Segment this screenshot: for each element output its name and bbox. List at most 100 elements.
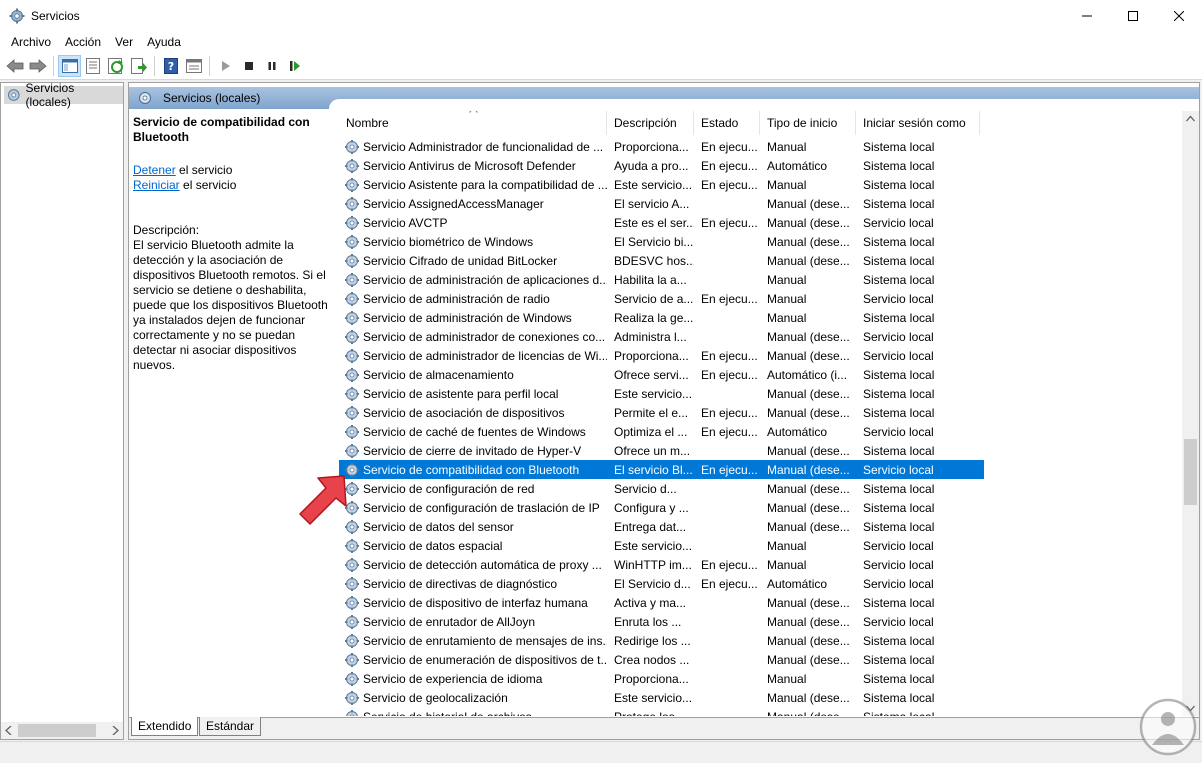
table-row[interactable]: Servicio de configuración de traslación …	[339, 498, 1179, 517]
service-name: Servicio biométrico de Windows	[363, 234, 534, 249]
table-row[interactable]: Servicio de administración de aplicacion…	[339, 270, 1179, 289]
table-row[interactable]: Servicio de detección automática de prox…	[339, 555, 1179, 574]
scrollbar-thumb[interactable]	[18, 724, 96, 737]
service-startup-cell: Manual	[767, 177, 807, 192]
properties-button[interactable]	[81, 55, 104, 77]
table-row[interactable]: Servicio de almacenamiento Ofrece servi..…	[339, 365, 1179, 384]
service-name: Servicio de geolocalización	[363, 690, 508, 705]
table-row[interactable]: Servicio Asistente para la compatibilida…	[339, 175, 1179, 194]
menu-accion[interactable]: Acción	[58, 35, 108, 49]
start-service-button[interactable]	[214, 55, 237, 77]
service-logon-cell: Sistema local	[863, 690, 935, 705]
table-row[interactable]: Servicio de administración de Windows Rea…	[339, 308, 1179, 327]
column-header-startup[interactable]: Tipo de inicio	[760, 111, 856, 135]
service-gear-icon	[345, 614, 359, 629]
service-startup-cell: Manual	[767, 272, 807, 287]
minimize-button[interactable]	[1064, 0, 1110, 31]
close-button[interactable]	[1156, 0, 1202, 31]
service-status-cell: En ejecu...	[701, 424, 758, 439]
maximize-button[interactable]	[1110, 0, 1156, 31]
table-row[interactable]: Servicio de administrador de conexiones …	[339, 327, 1179, 346]
table-row[interactable]: Servicio AssignedAccessManager El servici…	[339, 194, 1179, 213]
table-row[interactable]: Servicio de experiencia de idioma Proporc…	[339, 669, 1179, 688]
service-name: Servicio Cifrado de unidad BitLocker	[363, 253, 558, 268]
properties-sheet-icon	[85, 57, 100, 74]
table-row[interactable]: Servicio de asistente para perfil local E…	[339, 384, 1179, 403]
service-name-cell: Servicio de cierre de invitado de Hyper-…	[339, 443, 607, 459]
service-logon-cell: Sistema local	[863, 652, 935, 667]
stop-service-icon	[244, 61, 253, 70]
column-header-description[interactable]: Descripción	[607, 111, 694, 135]
column-name-label: Nombre	[346, 116, 389, 130]
service-name: Servicio de administración de aplicacion…	[363, 272, 607, 287]
restart-service-button[interactable]	[283, 55, 306, 77]
scroll-up-icon[interactable]	[1186, 115, 1195, 123]
vertical-scrollbar[interactable]	[1182, 111, 1199, 716]
service-name-cell: Servicio de historial de archivos	[339, 709, 607, 716]
tree-horizontal-scrollbar[interactable]	[1, 722, 123, 739]
column-header-status[interactable]: Estado	[694, 111, 760, 135]
pause-service-button[interactable]	[260, 55, 283, 77]
column-status-label: Estado	[701, 116, 739, 130]
table-row[interactable]: Servicio AVCTP Este es el ser... En ejecu.…	[339, 213, 1179, 232]
table-row[interactable]: Servicio de dispositivo de interfaz huma…	[339, 593, 1179, 612]
help-button[interactable]: ?	[159, 55, 182, 77]
table-row[interactable]: Servicio de enrutamiento de mensajes de …	[339, 631, 1179, 650]
service-startup-cell: Manual (dese...	[767, 234, 850, 249]
table-row[interactable]: Servicio de historial de archivos Protege…	[339, 707, 1179, 716]
show-hide-pane-button[interactable]	[182, 55, 205, 77]
console-tree-button[interactable]	[58, 54, 81, 77]
table-row[interactable]: Servicio de datos del sensor Entrega dat.…	[339, 517, 1179, 536]
menu-archivo[interactable]: Archivo	[4, 35, 58, 49]
table-row-selected[interactable]: Servicio de compatibilidad con Bluetooth…	[339, 460, 984, 479]
table-row[interactable]: Servicio Antivirus de Microsoft Defender…	[339, 156, 1179, 175]
table-row[interactable]: Servicio de cierre de invitado de Hyper-…	[339, 441, 1179, 460]
table-row[interactable]: Servicio de geolocalización Este servicio…	[339, 688, 1179, 707]
stop-service-button[interactable]	[237, 55, 260, 77]
tree-item-services-local[interactable]: Servicios (locales)	[4, 81, 123, 109]
service-description-cell: Redirige los ...	[614, 633, 691, 648]
table-row[interactable]: Servicio de asociación de dispositivos Pe…	[339, 403, 1179, 422]
table-row[interactable]: Servicio de datos espacial Este servicio.…	[339, 536, 1179, 555]
table-row[interactable]: Servicio Cifrado de unidad BitLocker BDES…	[339, 251, 1179, 270]
stop-service-link[interactable]: Detener	[133, 163, 176, 177]
column-header-logon[interactable]: Iniciar sesión como	[856, 111, 980, 135]
service-startup-cell: Automático	[767, 424, 828, 439]
service-logon-cell: Sistema local	[863, 177, 935, 192]
table-row[interactable]: Servicio de configuración de red Servicio…	[339, 479, 1179, 498]
table-row[interactable]: Servicio Administrador de funcionalidad …	[339, 137, 1179, 156]
export-list-button[interactable]	[127, 55, 150, 77]
scroll-left-icon[interactable]	[5, 726, 13, 735]
tab-extended[interactable]: Extendido	[131, 717, 199, 736]
scroll-right-icon[interactable]	[111, 726, 119, 735]
service-description-cell: Proporciona...	[614, 671, 689, 686]
table-row[interactable]: Servicio de administración de radio Servi…	[339, 289, 1179, 308]
service-logon-cell: Sistema local	[863, 519, 935, 534]
table-row[interactable]: Servicio de enumeración de dispositivos …	[339, 650, 1179, 669]
service-logon-cell: Servicio local	[863, 614, 934, 629]
tab-standard[interactable]: Estándar	[199, 717, 262, 736]
back-button[interactable]	[3, 55, 26, 77]
table-row[interactable]: Servicio de caché de fuentes de Windows O…	[339, 422, 1179, 441]
service-gear-icon	[345, 215, 359, 230]
service-name-cell: Servicio Antivirus de Microsoft Defender	[339, 158, 607, 174]
service-startup-cell: Automático	[767, 158, 828, 173]
service-name: Servicio de asistente para perfil local	[363, 386, 559, 401]
menu-ver[interactable]: Ver	[108, 35, 140, 49]
service-startup-cell: Manual (dese...	[767, 215, 850, 230]
table-row[interactable]: Servicio de directivas de diagnóstico El …	[339, 574, 1179, 593]
table-row[interactable]: Servicio biométrico de Windows El Servici…	[339, 232, 1179, 251]
service-name-cell: Servicio de administrador de licencias d…	[339, 348, 607, 364]
service-logon-cell: Servicio local	[863, 348, 934, 363]
service-name: Servicio AssignedAccessManager	[363, 196, 544, 211]
table-row[interactable]: Servicio de administrador de licencias d…	[339, 346, 1179, 365]
forward-button[interactable]	[26, 55, 49, 77]
refresh-button[interactable]	[104, 55, 127, 77]
service-startup-cell: Manual	[767, 538, 807, 553]
scrollbar-thumb[interactable]	[1184, 439, 1197, 505]
service-name-cell: Servicio de enumeración de dispositivos …	[339, 652, 607, 668]
column-header-name[interactable]: Nombre	[339, 111, 607, 135]
table-row[interactable]: Servicio de enrutador de AllJoyn Enruta l…	[339, 612, 1179, 631]
menu-ayuda[interactable]: Ayuda	[140, 35, 188, 49]
restart-service-link[interactable]: Reiniciar	[133, 178, 180, 192]
